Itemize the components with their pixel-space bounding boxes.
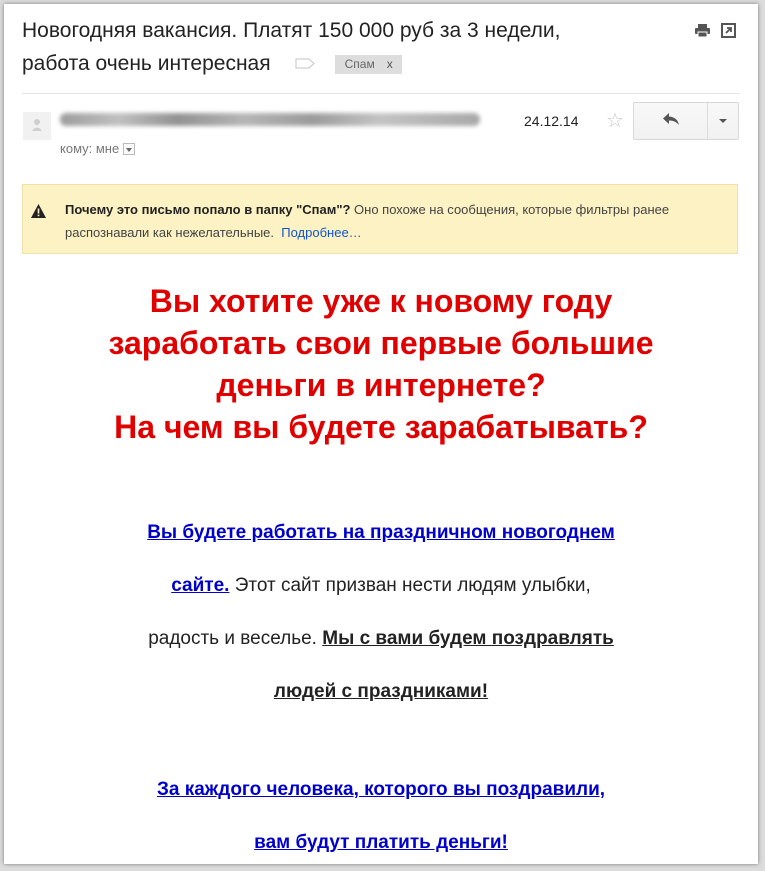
reply-icon [662,112,680,131]
warning-icon [30,203,47,219]
email-view: Новогодняя вакансия. Платят 150 000 руб … [4,4,758,864]
headline-line-3: деньги в интернете? [216,367,546,403]
body-paragraph-1: Вы будете работать на праздничном нового… [4,506,758,718]
learn-more-link[interactable]: Подробнее… [281,225,361,240]
reply-button[interactable] [634,103,708,139]
body-link-2-line-1[interactable]: За каждого человека, которого вы поздрав… [157,779,605,800]
body-paragraph-2: За каждого человека, которого вы поздрав… [4,763,758,864]
body-bold-line-3: Мы с вами будем поздравлять [322,628,614,649]
body-link-2-line-2[interactable]: вам будут платить деньги! [254,832,508,853]
recipient-details-dropdown[interactable] [123,143,136,155]
body-text-line-3: радость и веселье. [148,628,323,649]
headline-line-4: На чем вы будете зарабатывать? [114,409,648,445]
warning-text: Почему это письмо попало в папку "Спам"?… [65,198,725,244]
print-icon[interactable] [694,23,711,38]
avatar-icon[interactable] [23,112,51,140]
label-icon[interactable] [295,47,315,69]
top-actions [694,23,738,38]
body-text-line-2: Этот сайт призван нести людям улыбки, [229,575,591,596]
warning-question: Почему это письмо попало в папку "Спам"? [65,202,351,217]
remove-label-button[interactable]: x [387,57,393,71]
recipient-label: кому: мне [60,141,120,156]
spam-label-chip[interactable]: Спам x [334,55,402,74]
recipient-line: кому: мне [60,141,136,156]
spam-warning-banner: Почему это письмо попало в папку "Спам"?… [22,184,738,254]
star-icon[interactable]: ☆ [606,108,624,133]
body-link-1-line-1[interactable]: Вы будете работать на праздничном нового… [147,522,615,543]
sender-name-blurred[interactable] [60,113,480,126]
headline-line-2: заработать свои первые большие [108,325,654,361]
new-window-icon[interactable] [721,23,738,38]
spam-label-text: Спам [344,57,375,71]
header-divider [22,93,740,94]
email-headline: Вы хотите уже к новому году заработать с… [4,280,758,448]
more-actions-button[interactable] [708,103,738,139]
email-subject: Новогодняя вакансия. Платят 150 000 руб … [22,15,592,80]
headline-line-1: Вы хотите уже к новому году [149,283,613,319]
body-link-1-line-2[interactable]: сайте. [171,575,229,596]
reply-button-group [633,102,739,140]
body-bold-line-4: людей с праздниками! [273,681,489,702]
subject-text: Новогодняя вакансия. Платят 150 000 руб … [22,19,561,75]
email-date: 24.12.14 [524,113,579,129]
